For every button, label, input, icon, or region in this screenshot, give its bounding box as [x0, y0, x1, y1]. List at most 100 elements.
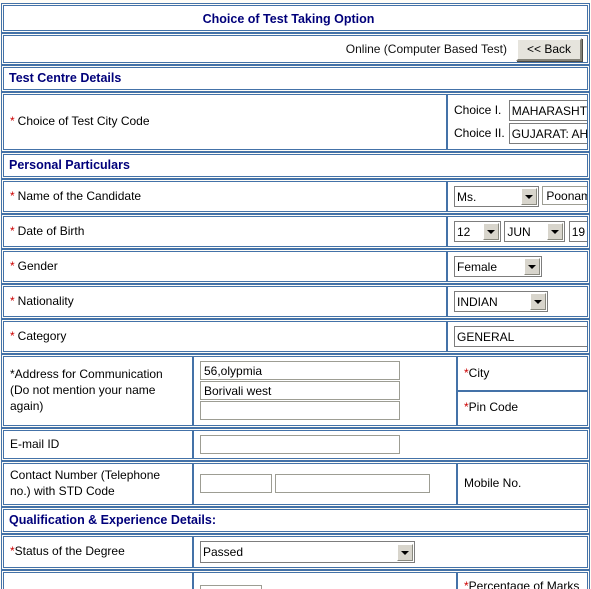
nationality-label-cell: * Nationality: [4, 287, 446, 316]
contact-label-line1: Contact Number (Telephone: [10, 468, 161, 482]
section-heading-test-centre: Test Centre Details: [1, 65, 590, 92]
nationality-label: Nationality: [17, 293, 74, 308]
address-line3-input[interactable]: [200, 401, 400, 420]
marks-other-label-cell: *Percentage of Marks in: [456, 572, 587, 589]
form-page: Choice of Test Taking Option Online (Com…: [0, 0, 591, 589]
pin-label: Pin Code: [468, 400, 519, 414]
contact-fields-cell: [192, 464, 456, 504]
marks-10plus2-label-cell: *Percentage of Marks in 10+2: [4, 573, 192, 589]
choice2-label: Choice II.: [454, 125, 505, 140]
email-label-cell: E-mail ID: [4, 431, 192, 458]
gender-label-cell: * Gender: [4, 252, 446, 281]
personal-gender-table: * Gender Female: [1, 249, 590, 284]
city-pin-cell: *City *Pin Code: [456, 357, 587, 425]
required-asterisk: *: [10, 223, 15, 238]
contact-label-cell: Contact Number (Telephone no.) with STD …: [4, 464, 192, 504]
status-select[interactable]: Passed: [200, 540, 415, 563]
address-line2-input[interactable]: [200, 381, 400, 400]
pin-row: *Pin Code: [458, 392, 587, 424]
test-centre-table: * Choice of Test City Code Choice I. MAHA…: [1, 92, 590, 152]
category-label-cell: * Category: [4, 322, 446, 351]
address-label-cell: *Address for Communication (Do not menti…: [4, 357, 192, 425]
address-label-line3: again): [10, 398, 44, 413]
email-label: E-mail ID: [10, 436, 60, 451]
title-select[interactable]: Ms.: [454, 186, 539, 207]
personal-contact-table: Contact Number (Telephone no.) with STD …: [1, 461, 590, 507]
name-label: Name of the Candidate: [17, 188, 142, 203]
personal-email-table: E-mail ID: [1, 428, 590, 461]
first-name-input[interactable]: [542, 186, 587, 206]
phone-number-input[interactable]: [275, 474, 431, 494]
test-mode-bar: Online (Computer Based Test) << Back: [1, 33, 590, 65]
choice2-dropdown-wrap[interactable]: GUJARAT: AH: [508, 123, 587, 144]
status-dropdown-wrap[interactable]: Passed: [200, 540, 415, 563]
category-select[interactable]: GENERAL: [454, 326, 587, 347]
dob-label-cell: * Date of Birth: [4, 217, 446, 246]
personal-nationality-table: * Nationality INDIAN: [1, 284, 590, 319]
contact-label-line2: no.) with STD Code: [10, 483, 115, 498]
gender-select[interactable]: Female: [454, 256, 542, 277]
marks-other-label: Percentage of Marks in: [468, 578, 580, 589]
gender-field-cell: Female: [446, 252, 587, 281]
choice-row-1: Choice I. MAHARASHTRA: [454, 99, 587, 122]
choice2-select[interactable]: GUJARAT: AH: [508, 123, 587, 144]
city-code-choices-cell: Choice I. MAHARASHTRA Choice II. GUJARAT…: [446, 95, 587, 149]
address-line1-input[interactable]: [200, 361, 400, 380]
choice1-label: Choice I.: [454, 102, 502, 117]
required-asterisk: *: [10, 293, 15, 308]
address-label-line1: *Address for Communication: [10, 367, 163, 382]
city-row: *City: [458, 358, 587, 392]
required-asterisk: *: [10, 188, 15, 203]
required-asterisk: *: [10, 114, 15, 129]
nationality-dropdown-wrap[interactable]: INDIAN: [454, 291, 548, 312]
nationality-select[interactable]: INDIAN: [454, 291, 548, 312]
dob-fields-cell: 12 JUN 19: [446, 217, 587, 246]
title-dropdown-wrap[interactable]: Ms.: [454, 186, 539, 207]
personal-address-table: *Address for Communication (Do not menti…: [1, 354, 590, 428]
page-title: Choice of Test Taking Option: [202, 12, 375, 26]
std-code-input[interactable]: [200, 474, 272, 494]
personal-dob-table: * Date of Birth 12 JUN 19: [1, 214, 590, 249]
choice-row-2: Choice II. GUJARAT: AH: [454, 122, 587, 145]
dob-month-select[interactable]: JUN: [504, 221, 566, 242]
marks-10plus2-input[interactable]: [200, 584, 262, 589]
mobile-cell: Mobile No.: [456, 464, 587, 504]
name-label-cell: * Name of the Candidate: [4, 182, 446, 211]
status-label: Status of the Degree: [14, 543, 125, 558]
status-field-cell: Passed: [192, 536, 587, 567]
marks-10plus2-field-cell: [192, 572, 456, 589]
dob-day-select[interactable]: 12: [454, 221, 501, 242]
back-button[interactable]: << Back: [515, 37, 582, 61]
required-asterisk: *: [10, 328, 15, 343]
section-heading-qualification: Qualification & Experience Details:: [1, 506, 590, 534]
name-fields-cell: Ms.: [446, 182, 587, 211]
dob-month-dropdown-wrap[interactable]: JUN: [504, 221, 566, 242]
gender-label: Gender: [17, 258, 58, 273]
dob-year-dropdown-wrap[interactable]: 19: [568, 221, 587, 242]
category-dropdown-wrap[interactable]: GENERAL: [454, 326, 587, 347]
test-mode-label: Online (Computer Based Test): [345, 42, 507, 56]
choice1-select[interactable]: MAHARASHTRA: [508, 100, 587, 121]
dob-label: Date of Birth: [17, 223, 85, 238]
qualification-status-table: *Status of the Degree Passed: [1, 533, 590, 570]
qualification-marks-table: *Percentage of Marks in 10+2 *Percentage…: [1, 569, 590, 589]
dob-year-select[interactable]: 19: [568, 221, 587, 242]
gender-dropdown-wrap[interactable]: Female: [454, 256, 542, 277]
email-field-cell: [192, 431, 587, 458]
section-heading-personal: Personal Particulars: [1, 152, 590, 179]
choice-list: Choice I. MAHARASHTRA Choice II. GUJARAT…: [454, 99, 587, 145]
city-code-label: Choice of Test City Code: [17, 114, 150, 129]
choice1-dropdown-wrap[interactable]: MAHARASHTRA: [508, 100, 587, 121]
page-title-bar: Choice of Test Taking Option: [1, 3, 590, 33]
address-label-line2: (Do not mention your name: [10, 383, 156, 398]
city-label: City: [468, 366, 490, 381]
email-input[interactable]: [200, 435, 400, 454]
category-field-cell: GENERAL: [446, 322, 587, 351]
required-asterisk: *: [10, 258, 15, 273]
nationality-field-cell: INDIAN: [446, 287, 587, 316]
address-fields-cell: [192, 357, 456, 425]
city-code-label-cell: * Choice of Test City Code: [4, 95, 446, 149]
category-label: Category: [17, 328, 67, 343]
personal-name-table: * Name of the Candidate Ms.: [1, 179, 590, 214]
dob-day-dropdown-wrap[interactable]: 12: [454, 221, 501, 242]
